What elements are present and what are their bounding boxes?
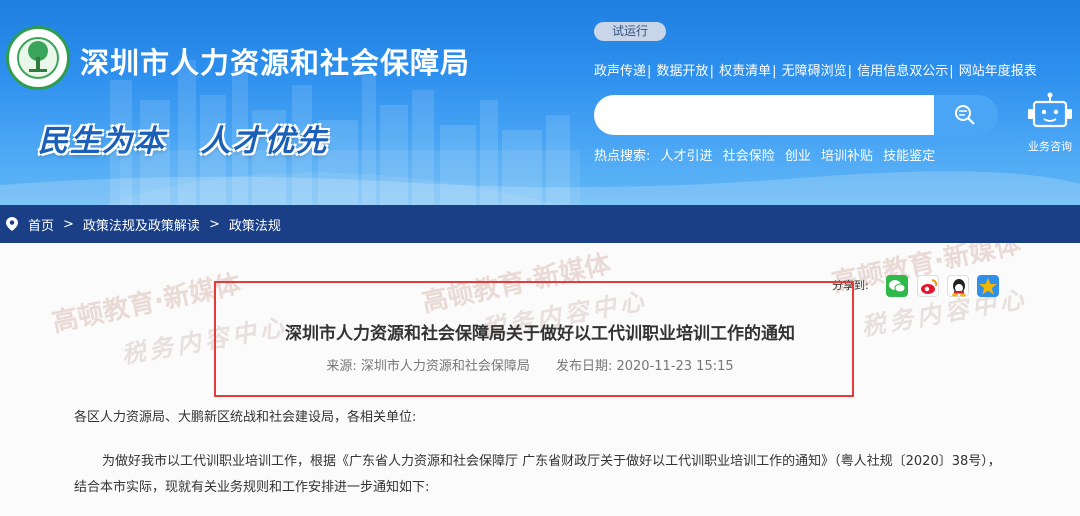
hot-keyword-social-insurance[interactable]: 社会保险 xyxy=(723,149,775,164)
nav-link-annual-report[interactable]: 网站年度报表 xyxy=(959,64,1037,79)
search-icon xyxy=(955,105,975,125)
chevron-right-icon: > xyxy=(208,216,220,232)
breadcrumb-policy-interpretation[interactable]: 政策法规及政策解读 xyxy=(83,215,200,234)
breadcrumb-policy-regulations[interactable]: 政策法规 xyxy=(229,215,281,234)
hot-keyword-talent[interactable]: 人才引进 xyxy=(661,149,713,164)
article-date: 发布日期: 2020-11-23 15:15 xyxy=(555,359,734,374)
article-source: 来源: 深圳市人力资源和社会保障局 xyxy=(326,359,530,374)
hot-keyword-startup[interactable]: 创业 xyxy=(785,149,811,164)
article-title: 深圳市人力资源和社会保障局关于做好以工代训职业培训工作的通知 xyxy=(285,324,795,344)
location-pin-icon xyxy=(6,217,18,231)
nav-link-credit-info[interactable]: 信用信息双公示 xyxy=(857,64,948,79)
hot-search: 热点搜索: 人才引进 社会保险 创业 培训补贴 技能鉴定 xyxy=(594,145,935,164)
article-content: 高顿教育·新媒体 高顿教育·新媒体 高顿教育·新媒体 税务内容中心 税务内容中心… xyxy=(0,243,1080,516)
article-paragraph: 为做好我市以工代训职业培训工作，根据《广东省人力资源和社会保障厅 广东省财政厅关… xyxy=(74,454,1001,495)
chevron-right-icon: > xyxy=(63,216,74,232)
weibo-icon[interactable] xyxy=(917,275,939,297)
wechat-icon[interactable] xyxy=(886,275,908,297)
top-nav-links: 政声传递| 数据开放| 权责清单| 无障碍浏览| 信用信息双公示| 网站年度报表 xyxy=(594,64,1037,79)
trial-run-badge: 试运行 xyxy=(594,22,666,41)
slogan-part-1: 民生为本 xyxy=(38,124,166,159)
search-button[interactable] xyxy=(934,95,998,135)
search-input[interactable] xyxy=(594,95,934,135)
article-meta: 来源: 深圳市人力资源和社会保障局 发布日期: 2020-11-23 15:15 xyxy=(0,355,1060,374)
hot-search-label: 热点搜索: xyxy=(594,149,651,164)
article-salutation: 各区人力资源局、大鹏新区统战和社会建设局，各相关单位: xyxy=(74,410,417,425)
site-slogan: 民生为本 人才优先 xyxy=(38,116,328,160)
robot-icon xyxy=(1028,92,1072,128)
hot-keyword-skill-assessment[interactable]: 技能鉴定 xyxy=(883,149,935,164)
qq-icon[interactable] xyxy=(947,275,969,297)
nav-link-accessibility[interactable]: 无障碍浏览 xyxy=(782,64,847,79)
site-header: 深圳市人力资源和社会保障局 民生为本 人才优先 试运行 政声传递| 数据开放| … xyxy=(0,0,1080,205)
slogan-part-2: 人才优先 xyxy=(200,124,329,159)
breadcrumb: 首页 > 政策法规及政策解读 > 政策法规 xyxy=(0,205,1080,243)
robot-label: 业务咨询 xyxy=(1028,140,1072,153)
nav-link-power-list[interactable]: 权责清单 xyxy=(719,64,771,79)
gov-emblem-icon[interactable] xyxy=(6,26,70,90)
nav-link-open-data[interactable]: 数据开放 xyxy=(657,64,709,79)
business-consult-button[interactable]: 业务咨询 xyxy=(1022,92,1078,156)
hot-keyword-training-subsidy[interactable]: 培训补贴 xyxy=(821,149,873,164)
nav-link-voice[interactable]: 政声传递 xyxy=(594,64,646,79)
breadcrumb-home[interactable]: 首页 xyxy=(28,215,54,234)
site-title[interactable]: 深圳市人力资源和社会保障局 xyxy=(80,40,470,82)
qzone-icon[interactable] xyxy=(977,275,999,297)
